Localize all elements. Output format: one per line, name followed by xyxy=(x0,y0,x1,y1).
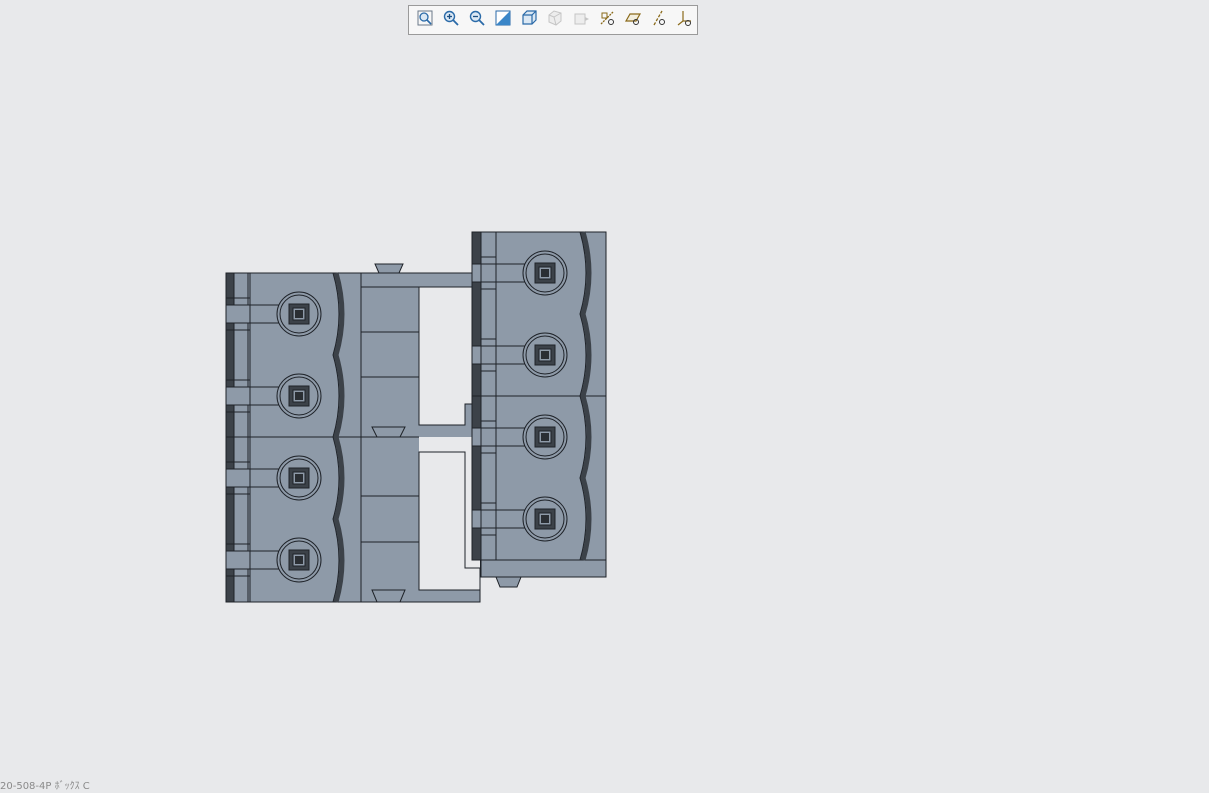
screw-center xyxy=(541,515,549,523)
repaint-button[interactable] xyxy=(492,9,514,31)
zoom-out-button[interactable] xyxy=(466,9,488,31)
graphics-area[interactable]: 20-508-4P ﾎﾞｯｸｽ C xyxy=(0,0,1209,793)
screw-center xyxy=(541,269,549,277)
latch-bump-bottom xyxy=(371,589,406,603)
model-name-label: 20-508-4P ﾎﾞｯｸｽ C xyxy=(0,781,90,792)
refit-button[interactable] xyxy=(414,9,436,31)
screw-center xyxy=(295,474,303,482)
housing-base xyxy=(480,559,607,578)
screw-center xyxy=(295,392,303,400)
datum-display-icon xyxy=(598,9,616,32)
screw-center xyxy=(295,310,303,318)
csys-display-icon xyxy=(676,9,694,32)
zoom-in-button[interactable] xyxy=(440,9,462,31)
connector-plug-right[interactable] xyxy=(471,231,607,588)
model-view[interactable] xyxy=(0,0,1209,793)
screw-center xyxy=(541,351,549,359)
latch-bump-mid xyxy=(371,426,406,438)
view-manager-icon xyxy=(572,9,590,32)
datum-display-button[interactable] xyxy=(596,9,618,31)
refit-icon xyxy=(416,9,434,32)
graphics-toolbar xyxy=(408,5,698,35)
zoom-out-icon xyxy=(468,9,486,32)
connector-plug-left[interactable] xyxy=(225,263,481,603)
latch-bump-top xyxy=(374,263,404,274)
csys-display-button[interactable] xyxy=(674,9,696,31)
display-style-button[interactable] xyxy=(518,9,540,31)
screw-center xyxy=(295,556,303,564)
display-style-icon xyxy=(520,9,538,32)
latch-bump-bottom xyxy=(495,576,522,588)
plane-display-icon xyxy=(624,9,642,32)
saved-views-icon xyxy=(546,9,564,32)
axis-display-icon xyxy=(650,9,668,32)
repaint-icon xyxy=(494,9,512,32)
screw-center xyxy=(541,433,549,441)
axis-display-button[interactable] xyxy=(648,9,670,31)
plane-display-button[interactable] xyxy=(622,9,644,31)
saved-views-button[interactable] xyxy=(544,9,566,31)
view-manager-button[interactable] xyxy=(570,9,592,31)
zoom-in-icon xyxy=(442,9,460,32)
